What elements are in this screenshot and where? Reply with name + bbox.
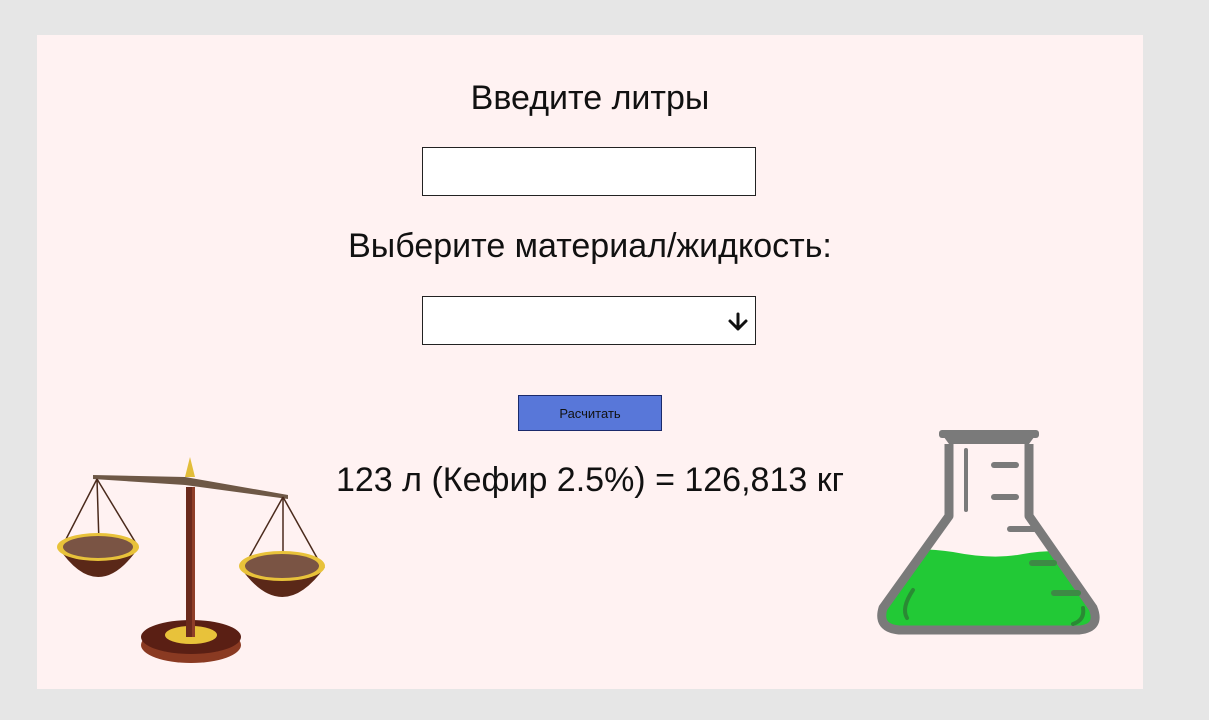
calculate-button[interactable]: Расчитать bbox=[518, 395, 662, 431]
material-heading: Выберите материал/жидкость: bbox=[348, 227, 832, 265]
arrow-down-icon bbox=[728, 312, 748, 331]
liters-heading: Введите литры bbox=[470, 79, 710, 117]
calculator-card: Введите литры Выберите материал/жидкость… bbox=[37, 35, 1143, 689]
scales-icon bbox=[57, 457, 325, 663]
material-select[interactable] bbox=[422, 296, 756, 345]
liters-input[interactable] bbox=[422, 147, 756, 196]
flask-icon bbox=[877, 430, 1100, 635]
